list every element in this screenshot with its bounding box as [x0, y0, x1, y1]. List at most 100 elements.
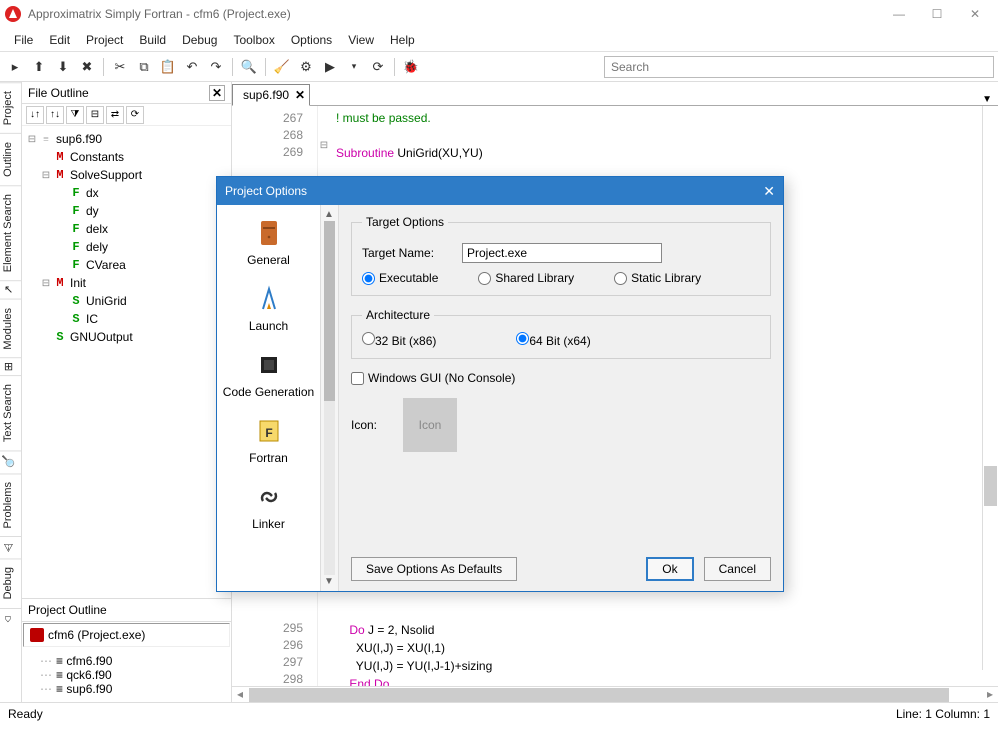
sort-desc-icon[interactable]: ↑↓	[46, 106, 64, 124]
project-outline-project[interactable]: cfm6 (Project.exe)	[23, 623, 230, 647]
file-outline-close-icon[interactable]: ✕	[209, 85, 225, 101]
collapse-icon[interactable]: ⊟	[86, 106, 104, 124]
close-button[interactable]: ✕	[966, 7, 984, 21]
clean-icon[interactable]: 🧹	[271, 56, 293, 78]
tree-root[interactable]: ⊟≡ sup6.f90	[26, 130, 227, 148]
project-file-1[interactable]: ⋯≡ qck6.f90	[28, 668, 225, 682]
dialog-cat-linker[interactable]: Linker	[217, 475, 320, 541]
menu-view[interactable]: View	[340, 30, 382, 50]
menu-debug[interactable]: Debug	[174, 30, 225, 50]
tree-node-constants[interactable]: M Constants	[26, 148, 227, 166]
sidetab-problems[interactable]: Problems	[0, 473, 21, 536]
sidetab-text-search-icon[interactable]: 🔍	[0, 450, 21, 472]
radio-64bit[interactable]: 64 Bit (x64)	[516, 332, 590, 348]
file-icon: ≡	[56, 668, 63, 682]
ok-button[interactable]: Ok	[646, 557, 693, 581]
function-icon: F	[68, 258, 84, 272]
maximize-button[interactable]: ☐	[928, 7, 946, 21]
tree-node-init[interactable]: ⊟M Init	[26, 274, 227, 292]
delete-icon[interactable]: ✖	[76, 56, 98, 78]
sidetab-modules-icon[interactable]: ⊞	[0, 357, 21, 375]
function-icon: F	[68, 186, 84, 200]
dialog-cat-fortran[interactable]: F Fortran	[217, 409, 320, 475]
dialog-cat-codegen[interactable]: Code Generation	[217, 343, 320, 409]
tab-dropdown-icon[interactable]: ▼	[982, 94, 992, 105]
radio-32bit[interactable]: 32 Bit (x86)	[362, 332, 436, 348]
editor-vertical-scrollbar[interactable]	[982, 106, 998, 670]
dialog-cat-general[interactable]: General	[217, 211, 320, 277]
tree-node-solvesupport[interactable]: ⊟M SolveSupport	[26, 166, 227, 184]
menu-toolbox[interactable]: Toolbox	[225, 30, 282, 50]
tree-node-delx[interactable]: F delx	[26, 220, 227, 238]
editor-horizontal-scrollbar[interactable]: ◂ ▸	[232, 686, 998, 702]
menu-help[interactable]: Help	[382, 30, 423, 50]
save-icon[interactable]: ⬇	[52, 56, 74, 78]
sidetab-modules[interactable]: Modules	[0, 299, 21, 358]
scroll-up-icon[interactable]: ▲	[324, 209, 334, 220]
minimize-button[interactable]: —	[890, 7, 908, 21]
sidetab-problems-icon[interactable]: ⚠	[0, 536, 21, 558]
tab-close-icon[interactable]: ✕	[295, 88, 305, 102]
search-input[interactable]	[604, 56, 994, 78]
project-file-2[interactable]: ⋯≡ sup6.f90	[28, 682, 225, 696]
file-icon: ≡	[56, 682, 63, 696]
run-dropdown-icon[interactable]: ▾	[343, 56, 365, 78]
sidetab-element-search[interactable]: Element Search	[0, 185, 21, 280]
refresh-icon[interactable]: ⟳	[126, 106, 144, 124]
icon-picker[interactable]: Icon	[403, 398, 457, 452]
tree-node-dely[interactable]: F dely	[26, 238, 227, 256]
link-icon[interactable]: ⇄	[106, 106, 124, 124]
sidetab-outline[interactable]: Outline	[0, 133, 21, 185]
project-file-0[interactable]: ⋯≡ cfm6.f90	[28, 654, 225, 668]
sidetab-text-search[interactable]: Text Search	[0, 375, 21, 450]
tree-node-dy[interactable]: F dy	[26, 202, 227, 220]
save-defaults-button[interactable]: Save Options As Defaults	[351, 557, 517, 581]
dialog-category-scrollbar[interactable]: ▲ ▼	[321, 205, 339, 591]
filter-icon[interactable]: ⧩	[66, 106, 84, 124]
menu-edit[interactable]: Edit	[41, 30, 78, 50]
menu-file[interactable]: File	[6, 30, 41, 50]
dialog-cat-launch[interactable]: Launch	[217, 277, 320, 343]
dialog-close-icon[interactable]: ✕	[763, 183, 775, 200]
scroll-down-icon[interactable]: ▼	[324, 576, 334, 587]
redo-icon[interactable]: ↷	[205, 56, 227, 78]
undo-icon[interactable]: ↶	[181, 56, 203, 78]
search-icon[interactable]: 🔍	[238, 56, 260, 78]
stop-icon[interactable]: ⟳	[367, 56, 389, 78]
editor-tab-sup6[interactable]: sup6.f90 ✕	[232, 84, 310, 106]
debug-bug-icon[interactable]: 🐞	[400, 56, 422, 78]
cut-icon[interactable]: ✂	[109, 56, 131, 78]
sidetab-debug-icon[interactable]: ⌂	[0, 608, 21, 629]
settings-icon[interactable]: ⚙	[295, 56, 317, 78]
app-logo-icon	[4, 5, 22, 23]
tree-node-cvarea[interactable]: F CVarea	[26, 256, 227, 274]
sidetab-project[interactable]: Project	[0, 82, 21, 133]
paste-icon[interactable]: 📋	[157, 56, 179, 78]
editor-tab-bar: sup6.f90 ✕ ▼	[232, 82, 998, 106]
tree-node-gnuoutput[interactable]: S GNUOutput	[26, 328, 227, 346]
run-icon[interactable]: ▶	[319, 56, 341, 78]
tree-node-unigrid[interactable]: S UniGrid	[26, 292, 227, 310]
general-icon	[255, 217, 283, 249]
file-outline-title: File Outline	[28, 86, 89, 100]
new-file-icon[interactable]: ▸	[4, 56, 26, 78]
dialog-category-list: General Launch Code Generation F Fortran…	[217, 205, 321, 591]
tree-node-dx[interactable]: F dx	[26, 184, 227, 202]
cancel-button[interactable]: Cancel	[704, 557, 771, 581]
target-name-input[interactable]	[462, 243, 662, 263]
radio-executable[interactable]: Executable	[362, 271, 438, 285]
radio-static-library[interactable]: Static Library	[614, 271, 701, 285]
sidetab-element-search-icon[interactable]: ↗	[0, 280, 21, 298]
sidetab-debug[interactable]: Debug	[0, 558, 21, 607]
copy-icon[interactable]: ⧉	[133, 56, 155, 78]
tree-node-ic[interactable]: S IC	[26, 310, 227, 328]
menu-options[interactable]: Options	[283, 30, 340, 50]
open-icon[interactable]: ⬆	[28, 56, 50, 78]
sort-asc-icon[interactable]: ↓↑	[26, 106, 44, 124]
menu-project[interactable]: Project	[78, 30, 131, 50]
checkbox-windows-gui[interactable]: Windows GUI (No Console)	[351, 371, 515, 385]
menu-build[interactable]: Build	[131, 30, 174, 50]
status-bar: Ready Line: 1 Column: 1	[0, 702, 998, 724]
dialog-title-bar[interactable]: Project Options ✕	[217, 177, 783, 205]
radio-shared-library[interactable]: Shared Library	[478, 271, 574, 285]
